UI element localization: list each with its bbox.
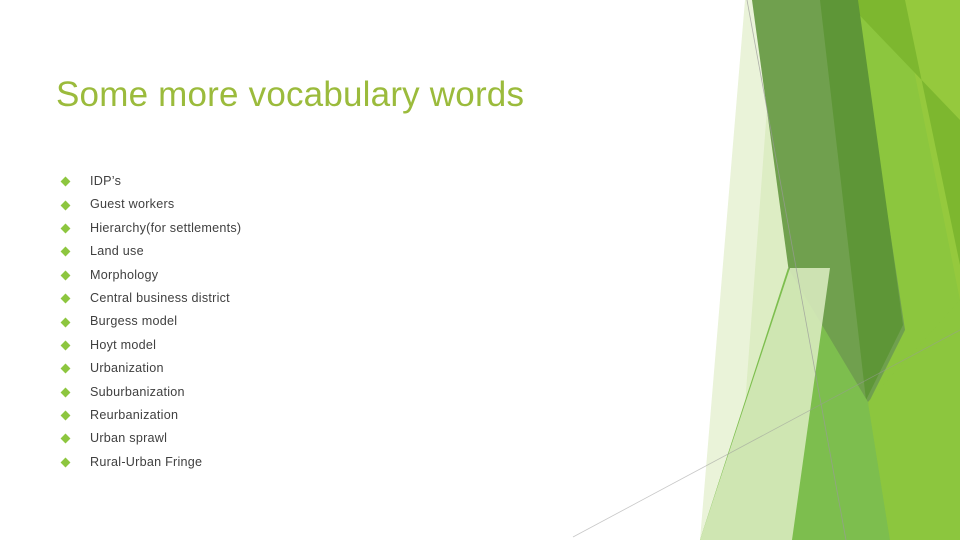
list-item-label: Urban sprawl [90,431,168,446]
facet-shape-light-right [830,0,960,540]
list-item-label: Central business district [90,290,230,305]
facet-shape-olive-main [752,0,905,420]
list-item-label: Burgess model [90,314,178,329]
facet-shape-vivid-column [800,0,960,540]
list-item: Reurbanization [56,404,576,427]
diamond-bullet-icon [60,270,71,281]
list-item: Suburbanization [56,381,576,404]
list-item-label: Reurbanization [90,407,179,422]
diamond-bullet-icon [60,293,71,304]
list-item: Urban sprawl [56,427,576,450]
slide-canvas: Some more vocabulary words IDP’s Guest w… [0,0,960,540]
diamond-bullet-icon [60,200,71,211]
facet-shape-lower-sliver [868,300,960,540]
list-item: Morphology [56,264,576,287]
diamond-bullet-icon [60,176,71,187]
diamond-bullet-icon [60,246,71,257]
list-item-label: Hoyt model [90,337,157,352]
facet-shape-faint-overlay [700,268,830,540]
list-item-label: IDP’s [90,174,122,188]
diamond-bullet-icon [60,340,71,351]
list-item: Central business district [56,287,576,310]
list-item: Hierarchy(for settlements) [56,217,576,240]
list-item-label: Hierarchy(for settlements) [90,220,242,235]
list-item: Hoyt model [56,334,576,357]
diamond-bullet-icon [60,223,71,234]
facet-hairline-shallow [572,329,960,538]
list-item-label: Suburbanization [90,384,185,399]
list-item-label: Land use [90,244,144,259]
facet-hairline-steep [746,0,847,540]
diamond-bullet-icon [60,363,71,374]
list-item: Land use [56,240,576,263]
diamond-bullet-icon [60,387,71,398]
list-item-label: Morphology [90,267,159,282]
diamond-bullet-icon [60,317,71,327]
vocabulary-bullet-list: IDP’s Guest workers Hierarchy(for settle… [56,170,576,474]
page-title: Some more vocabulary words [56,75,525,115]
list-item: Rural-Urban Fringe [56,451,576,474]
facet-shape-vivid-accent [845,0,960,265]
list-item-label: Urbanization [90,361,164,376]
list-item: Burgess model [56,310,576,333]
list-item: Urbanization [56,357,576,380]
facet-shape-pale-wedge [700,0,960,540]
facet-shape-pale-band [735,0,960,540]
list-item-label: Guest workers [90,197,175,212]
diamond-bullet-icon [60,457,71,468]
list-item: Guest workers [56,193,576,216]
diamond-bullet-icon [60,410,71,421]
facet-shape-mid-lower [700,268,890,540]
diamond-bullet-icon [60,434,71,444]
list-item-label: Rural-Urban Fringe [90,454,203,469]
list-item: IDP’s [56,170,576,193]
facet-shape-dark-wedge [820,0,903,400]
